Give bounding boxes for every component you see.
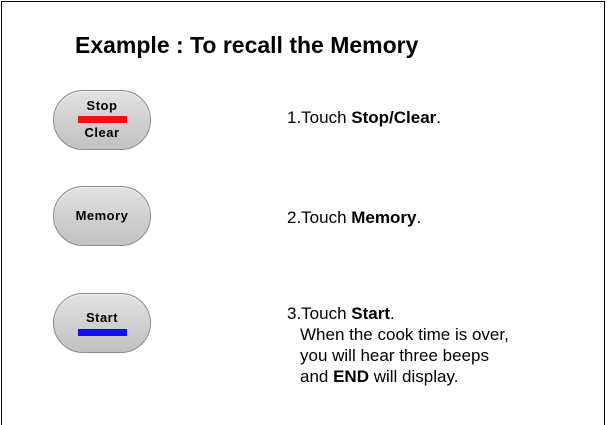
step-1-prefix: 1.Touch: [287, 108, 352, 127]
step-1-suffix: .: [436, 108, 442, 127]
stop-clear-button[interactable]: Stop Clear: [53, 90, 151, 150]
step-3-detail-line-3-prefix: and: [300, 367, 334, 386]
step-3: 3.Touch Start. When the cook time is ove…: [287, 303, 509, 387]
step-1-keyword: Stop/Clear: [351, 108, 437, 127]
start-button[interactable]: Start: [53, 293, 151, 353]
memory-label: Memory: [75, 208, 129, 223]
memory-button[interactable]: Memory: [53, 186, 151, 246]
step-3-detail-line-3: and END will display.: [287, 366, 509, 387]
step-3-detail-line-1: When the cook time is over,: [300, 325, 509, 344]
step-2-prefix: 2.Touch: [287, 208, 352, 227]
stop-label: Stop: [86, 98, 118, 113]
end-keyword: END: [333, 367, 369, 386]
step-2: 2.Touch Memory.: [287, 207, 421, 228]
step-3-keyword: Start: [351, 304, 390, 323]
stop-red-bar: [78, 116, 127, 123]
page-title: Example : To recall the Memory: [75, 32, 419, 58]
start-label: Start: [85, 310, 119, 325]
step-3-detail-line-3-suffix: will display.: [369, 367, 459, 386]
step-2-suffix: .: [416, 208, 422, 227]
step-2-keyword: Memory: [351, 208, 417, 227]
step-3-detail-line-2: you will hear three beeps: [300, 346, 490, 365]
step-1: 1.Touch Stop/Clear.: [287, 107, 441, 128]
clear-label: Clear: [84, 125, 120, 140]
step-3-prefix: 3.Touch: [287, 304, 352, 323]
step-3-suffix: .: [390, 304, 395, 323]
start-blue-bar: [78, 329, 127, 336]
